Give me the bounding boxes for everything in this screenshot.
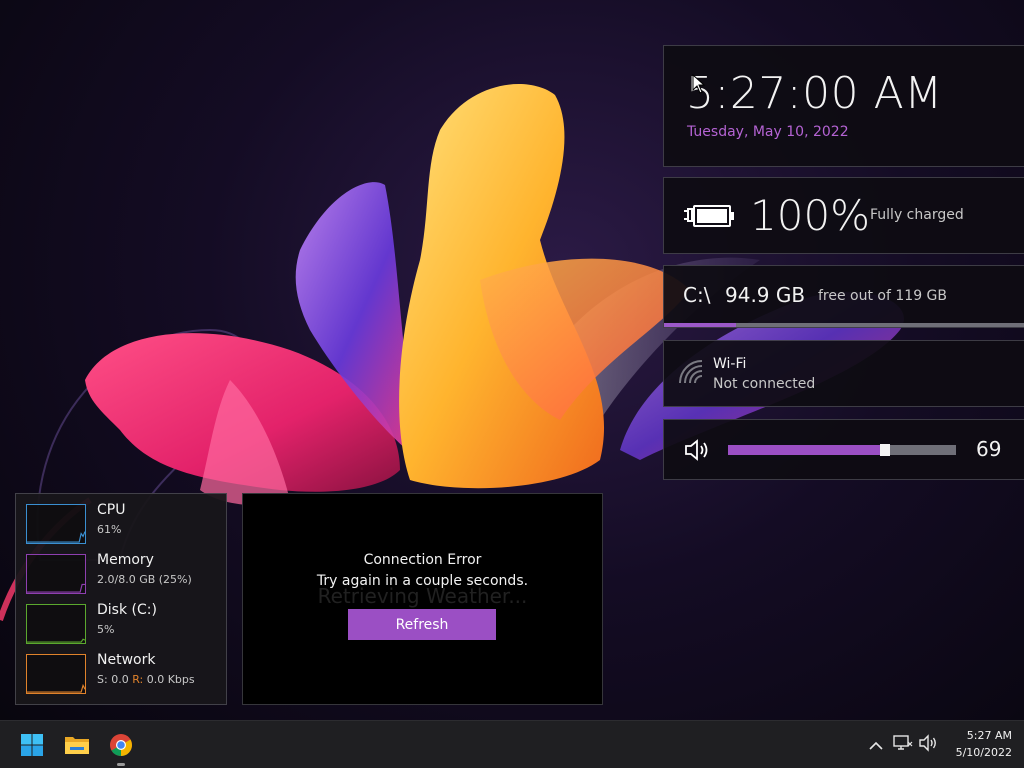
- perf-row-network: Network S: 0.0 R: 0.0 Kbps: [26, 652, 226, 694]
- network-recv-label: R:: [132, 673, 144, 686]
- chevron-up-icon: [869, 736, 883, 755]
- clock-date: Tuesday, May 10, 2022: [687, 124, 849, 140]
- chrome-button[interactable]: [105, 729, 137, 766]
- memory-label: Memory: [97, 552, 154, 568]
- wifi-status: Not connected: [713, 376, 816, 392]
- network-label: Network: [97, 652, 156, 668]
- disk-usage-bar: [664, 323, 1024, 327]
- disk-drive-letter: C:\: [683, 283, 711, 307]
- network-graph: [26, 654, 86, 694]
- cpu-graph: [26, 504, 86, 544]
- start-button[interactable]: [16, 729, 48, 761]
- show-hidden-icons-button[interactable]: [866, 735, 886, 755]
- mouse-cursor-icon: [692, 73, 706, 99]
- weather-widget: Retrieving Weather... Connection Error T…: [242, 493, 603, 705]
- disk-value: 5%: [97, 623, 115, 636]
- battery-charging-icon: [682, 202, 736, 230]
- network-monitor-icon: [893, 734, 913, 756]
- performance-widget: CPU 61% Memory 2.0/8.0 GB (25%) Disk (C:…: [15, 493, 227, 705]
- volume-slider-fill: [728, 445, 886, 455]
- disk-label: Disk (C:): [97, 602, 157, 618]
- clock-widget: 5:27:00 AM Tuesday, May 10, 2022: [663, 45, 1024, 167]
- perf-row-memory: Memory 2.0/8.0 GB (25%): [26, 552, 226, 594]
- weather-error-title: Connection Error: [363, 552, 482, 568]
- battery-widget: 100% Fully charged: [663, 177, 1024, 254]
- disk-capacity-text: free out of 119 GB: [818, 288, 948, 304]
- folder-icon: [64, 734, 90, 756]
- network-send-label: S:: [97, 673, 108, 686]
- network-send-value: 0.0: [111, 673, 129, 686]
- speaker-icon[interactable]: [684, 438, 712, 462]
- clock-time: 5:27:00 AM: [686, 68, 943, 119]
- network-recv-value: 0.0 Kbps: [146, 673, 195, 686]
- perf-row-disk: Disk (C:) 5%: [26, 602, 226, 644]
- taskbar-clock-time[interactable]: 5:27 AM: [940, 729, 1012, 742]
- wifi-widget[interactable]: Wi-Fi Not connected: [663, 340, 1024, 407]
- volume-widget: 69: [663, 419, 1024, 480]
- network-value: S: 0.0 R: 0.0 Kbps: [97, 673, 195, 686]
- perf-row-cpu: CPU 61%: [26, 502, 226, 544]
- cpu-label: CPU: [97, 502, 126, 518]
- battery-status: Fully charged: [870, 207, 964, 223]
- volume-slider[interactable]: [728, 444, 956, 456]
- volume-tray-button[interactable]: [918, 734, 938, 756]
- disk-graph: [26, 604, 86, 644]
- volume-slider-thumb[interactable]: [880, 444, 891, 456]
- running-indicator: [117, 763, 125, 766]
- taskbar: 5:27 AM 5/10/2022: [0, 720, 1024, 768]
- cpu-value: 61%: [97, 523, 122, 536]
- wifi-icon: [678, 359, 704, 385]
- memory-value: 2.0/8.0 GB (25%): [97, 573, 192, 586]
- windows-logo-icon: [20, 733, 44, 757]
- speaker-icon: [918, 734, 938, 756]
- file-explorer-button[interactable]: [61, 729, 93, 761]
- memory-graph: [26, 554, 86, 594]
- disk-free-space: 94.9 GB: [725, 283, 806, 307]
- weather-error-message: Try again in a couple seconds.: [316, 573, 529, 589]
- battery-percent: 100%: [750, 191, 871, 240]
- refresh-button[interactable]: Refresh: [348, 609, 496, 640]
- taskbar-clock-date[interactable]: 5/10/2022: [940, 746, 1012, 759]
- wifi-name: Wi-Fi: [713, 356, 747, 372]
- disk-widget: C:\ 94.9 GB free out of 119 GB: [663, 265, 1024, 328]
- volume-value: 69: [976, 437, 1002, 461]
- disk-usage-fill: [664, 323, 736, 327]
- chrome-icon: [109, 733, 133, 757]
- network-tray-button[interactable]: [893, 735, 913, 755]
